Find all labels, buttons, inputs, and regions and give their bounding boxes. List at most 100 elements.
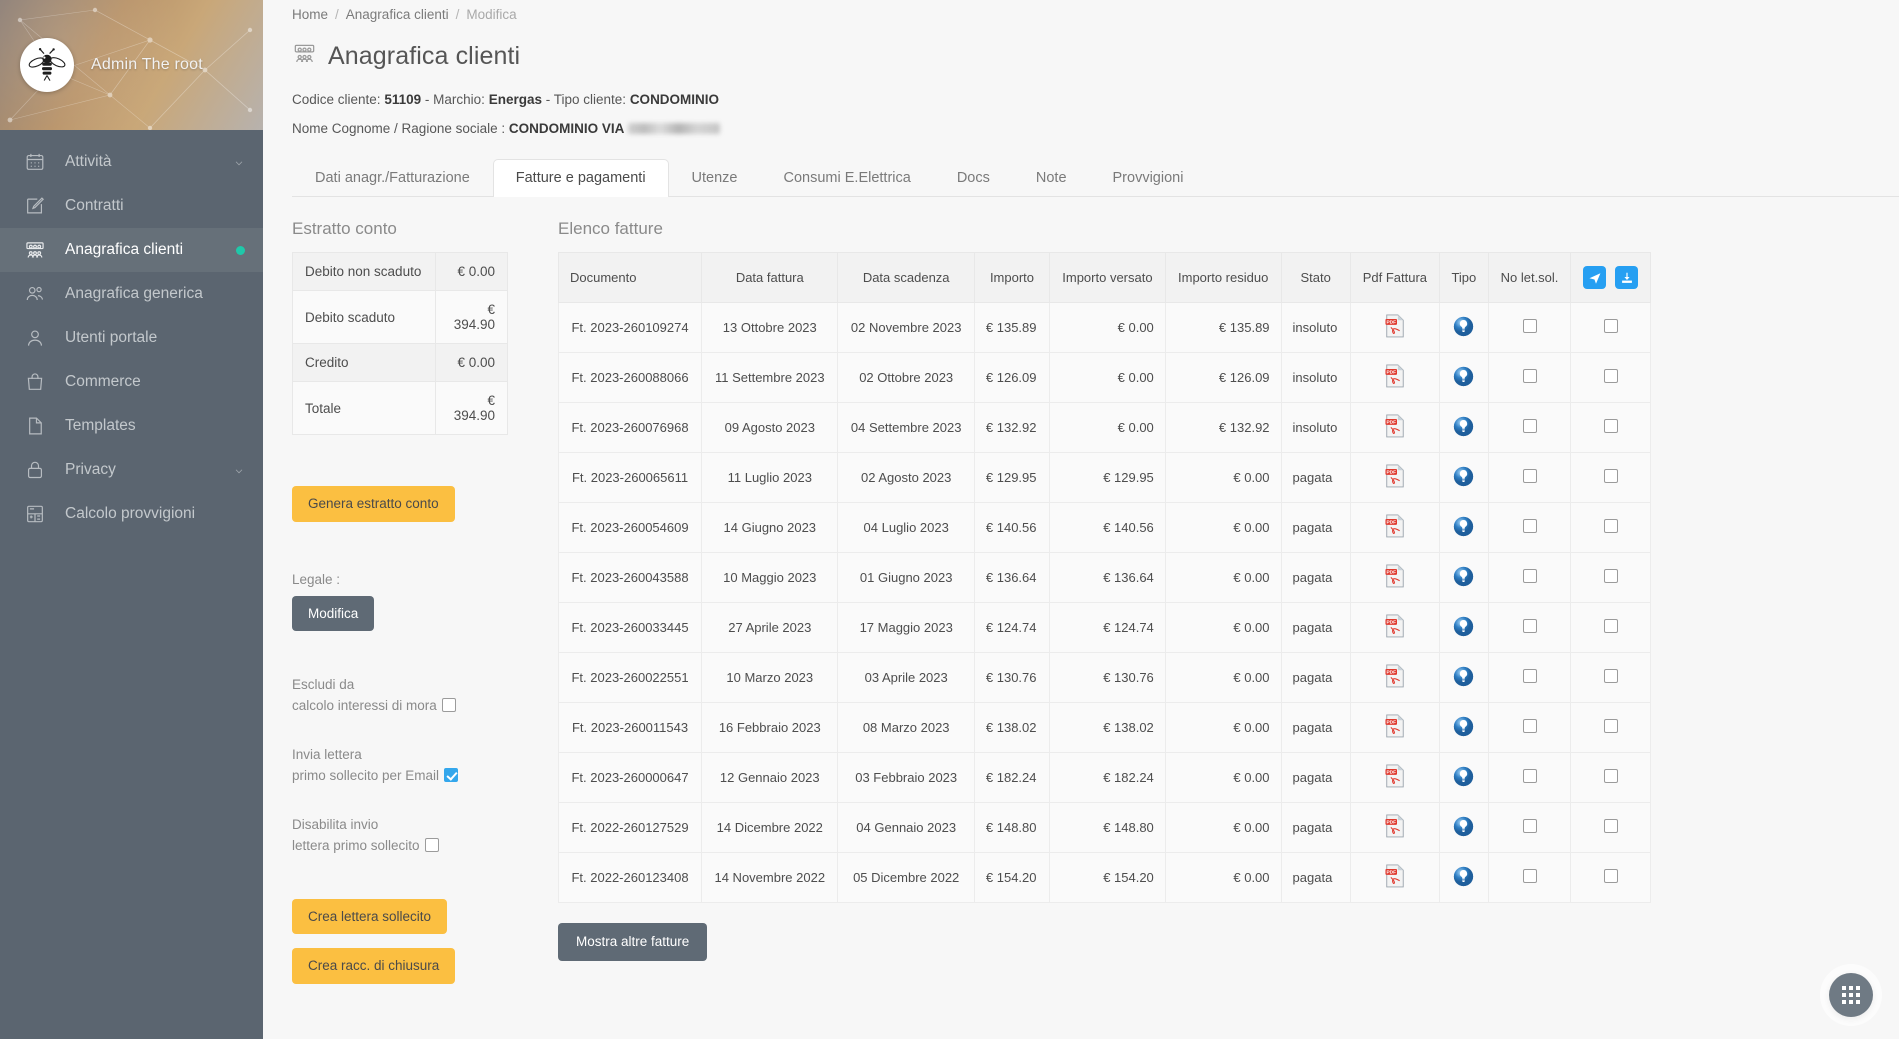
cell-pdf: PDF	[1349, 652, 1440, 703]
genera-estratto-conto-button[interactable]: Genera estratto conto	[292, 486, 455, 522]
crea-lettera-sollecito-button[interactable]: Crea lettera sollecito	[292, 898, 448, 935]
estratto-conto-title: Estratto conto	[292, 219, 397, 238]
row-select-checkbox[interactable]	[1603, 819, 1618, 833]
no-let-sol-checkbox[interactable]	[1522, 619, 1537, 633]
tipo-utenza-icon-button[interactable]	[1453, 716, 1474, 737]
download-button[interactable]	[1615, 266, 1639, 289]
no-let-sol-checkbox[interactable]	[1522, 469, 1537, 483]
send-button[interactable]	[1583, 266, 1607, 289]
row-select-checkbox[interactable]	[1603, 719, 1618, 733]
tipo-utenza-icon-button[interactable]	[1453, 516, 1474, 537]
chevron-down-icon[interactable]	[233, 464, 245, 476]
sidebar-item-anagrafica-clienti[interactable]: Anagrafica clienti	[0, 228, 263, 272]
sidebar-item-utenti-portale[interactable]: Utenti portale	[0, 316, 263, 360]
redacted-text	[628, 123, 721, 134]
tab-fatture-pagamenti[interactable]: Fatture e pagamenti	[492, 159, 669, 197]
disabilita-invio-checkbox[interactable]	[424, 837, 439, 852]
tipo-utenza-icon-button[interactable]	[1453, 666, 1474, 687]
pdf-download-link[interactable]: PDF	[1384, 864, 1406, 888]
elenco-fatture-panel: Elenco fatture Documento Data fattura Da…	[557, 219, 1870, 984]
tab-provvigioni[interactable]: Provvigioni	[1090, 159, 1207, 197]
pdf-download-link[interactable]: PDF	[1384, 314, 1406, 338]
breadcrumb-home[interactable]: Home	[292, 7, 328, 22]
tab-note[interactable]: Note	[1013, 159, 1090, 197]
cell-data-scadenza: 02 Novembre 2023	[837, 302, 975, 353]
no-let-sol-checkbox[interactable]	[1522, 569, 1537, 583]
tipo-cliente-label: Tipo cliente:	[553, 92, 627, 107]
row-select-checkbox[interactable]	[1603, 869, 1618, 883]
no-let-sol-checkbox[interactable]	[1522, 719, 1537, 733]
cell-no-let-sol	[1487, 502, 1572, 553]
sidebar-item-templates[interactable]: Templates	[0, 404, 263, 448]
pdf-download-link[interactable]: PDF	[1384, 364, 1406, 388]
tipo-utenza-icon-button[interactable]	[1453, 866, 1474, 887]
tipo-utenza-icon-button[interactable]	[1453, 816, 1474, 837]
modifica-legale-button[interactable]: Modifica	[292, 595, 375, 631]
pdf-download-link[interactable]: PDF	[1384, 414, 1406, 438]
no-let-sol-checkbox[interactable]	[1522, 319, 1537, 333]
tipo-utenza-icon-button[interactable]	[1453, 466, 1474, 487]
row-select-checkbox[interactable]	[1603, 369, 1618, 383]
invia-lettera-email-checkbox[interactable]	[444, 767, 459, 782]
pdf-download-link[interactable]: PDF	[1384, 714, 1406, 738]
row-select-checkbox[interactable]	[1603, 669, 1618, 683]
no-let-sol-checkbox[interactable]	[1522, 869, 1537, 883]
no-let-sol-checkbox[interactable]	[1522, 769, 1537, 783]
pdf-download-link[interactable]: PDF	[1384, 514, 1406, 538]
tab-consumi-elettrica[interactable]: Consumi E.Elettrica	[761, 159, 934, 197]
cell-documento: Ft. 2023-260109274	[557, 302, 703, 353]
tab-dati-anagrafici[interactable]: Dati anagr./Fatturazione	[292, 159, 493, 197]
sidebar-item-calcolo-provvigioni[interactable]: Calcolo provvigioni	[0, 492, 263, 536]
crea-racc-chiusura-button[interactable]: Crea racc. di chiusura	[292, 948, 456, 984]
row-select-checkbox[interactable]	[1603, 619, 1618, 633]
sidebar: Admin The root Attività Contratti Anagra…	[0, 0, 263, 1039]
mostra-altre-fatture-button[interactable]: Mostra altre fatture	[558, 923, 708, 961]
apps-fab-button[interactable]	[1829, 973, 1873, 1017]
edit-square-icon	[22, 193, 48, 219]
no-let-sol-checkbox[interactable]	[1522, 519, 1537, 533]
sidebar-item-label: Anagrafica clienti	[65, 241, 184, 258]
pdf-download-link[interactable]: PDF	[1384, 614, 1406, 638]
no-let-sol-checkbox[interactable]	[1522, 669, 1537, 683]
breadcrumb-section[interactable]: Anagrafica clienti	[346, 7, 449, 22]
row-select-checkbox[interactable]	[1603, 469, 1618, 483]
pdf-download-link[interactable]: PDF	[1384, 664, 1406, 688]
cell-importo: € 136.64	[973, 552, 1051, 603]
row-select-checkbox[interactable]	[1603, 419, 1618, 433]
svg-text:PDF: PDF	[1386, 620, 1396, 626]
row-select-checkbox[interactable]	[1603, 319, 1618, 333]
tipo-utenza-icon-button[interactable]	[1453, 566, 1474, 587]
chevron-down-icon[interactable]	[233, 156, 245, 168]
no-let-sol-checkbox[interactable]	[1522, 819, 1537, 833]
escludi-interessi-checkbox[interactable]	[441, 697, 456, 712]
cell-importo: € 135.89	[973, 302, 1051, 353]
pdf-download-link[interactable]: PDF	[1384, 564, 1406, 588]
tab-docs[interactable]: Docs	[934, 159, 1013, 197]
row-select-checkbox[interactable]	[1603, 569, 1618, 583]
sidebar-item-attivita[interactable]: Attività	[0, 140, 263, 184]
tab-bar: Dati anagr./Fatturazione Fatture e pagam…	[292, 158, 1899, 197]
cell-data-scadenza: 04 Settembre 2023	[837, 402, 975, 453]
sidebar-item-anagrafica-generica[interactable]: Anagrafica generica	[0, 272, 263, 316]
tipo-utenza-icon-button[interactable]	[1453, 316, 1474, 337]
row-select-checkbox[interactable]	[1603, 519, 1618, 533]
pdf-download-link[interactable]: PDF	[1384, 464, 1406, 488]
breadcrumb-separator: /	[335, 7, 339, 22]
pdf-icon: PDF	[1385, 514, 1404, 538]
sidebar-item-contratti[interactable]: Contratti	[0, 184, 263, 228]
tipo-utenza-icon-button[interactable]	[1453, 616, 1474, 637]
pdf-download-link[interactable]: PDF	[1384, 814, 1406, 838]
sidebar-item-commerce[interactable]: Commerce	[0, 360, 263, 404]
bulb-icon	[1454, 566, 1474, 586]
avatar[interactable]	[20, 38, 74, 92]
tipo-utenza-icon-button[interactable]	[1453, 766, 1474, 787]
tipo-utenza-icon-button[interactable]	[1453, 366, 1474, 387]
sidebar-item-privacy[interactable]: Privacy	[0, 448, 263, 492]
row-select-checkbox[interactable]	[1603, 769, 1618, 783]
pdf-download-link[interactable]: PDF	[1384, 764, 1406, 788]
no-let-sol-checkbox[interactable]	[1522, 419, 1537, 433]
option-line2-wrap: primo sollecito per Email	[292, 766, 510, 787]
tab-utenze[interactable]: Utenze	[669, 159, 761, 197]
tipo-utenza-icon-button[interactable]	[1453, 416, 1474, 437]
no-let-sol-checkbox[interactable]	[1522, 369, 1537, 383]
